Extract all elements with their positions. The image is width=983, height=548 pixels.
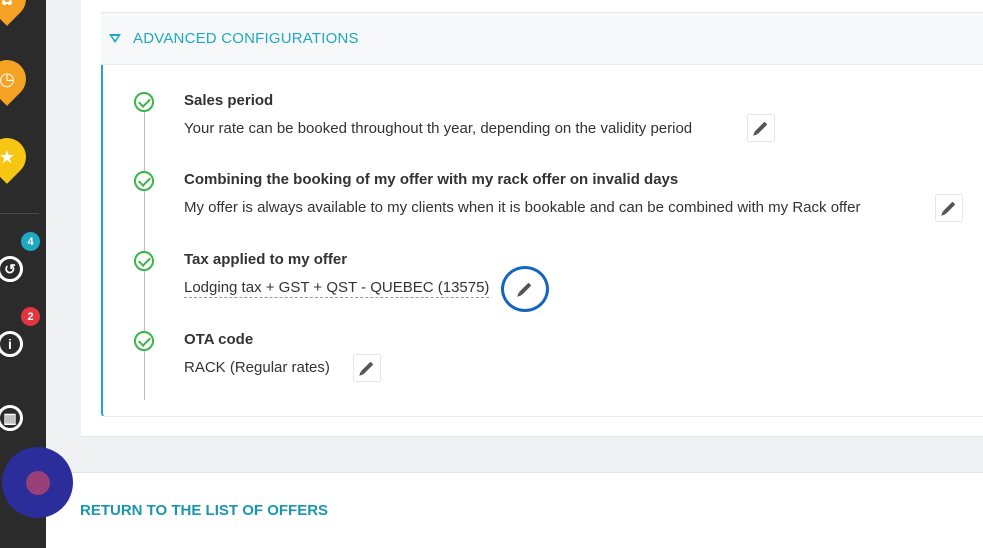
orange-pin-icon[interactable]: ✿ xyxy=(0,0,34,26)
footer-bar: RETURN TO THE LIST OF OFFERS xyxy=(46,472,983,548)
pencil-icon xyxy=(754,121,768,135)
clock-pin-icon[interactable]: ◷ xyxy=(0,52,34,106)
chat-widget-button[interactable] xyxy=(2,447,73,518)
advanced-configurations-title: ADVANCED CONFIGURATIONS xyxy=(133,30,359,47)
step-description: Your rate can be booked throughout th ye… xyxy=(184,120,693,137)
step-description: My offer is always available to my clien… xyxy=(184,199,861,216)
edit-button[interactable] xyxy=(747,114,775,142)
history-icon[interactable]: ↺ xyxy=(0,256,23,282)
pencil-icon xyxy=(518,282,532,296)
edit-button-highlighted[interactable] xyxy=(501,266,549,312)
info-badge: 2 xyxy=(21,307,40,326)
check-circle-icon xyxy=(134,331,154,351)
info-icon[interactable]: i xyxy=(0,331,23,357)
offer-card: ADVANCED CONFIGURATIONS Sales period You… xyxy=(81,0,983,437)
step-description: RACK (Regular rates) xyxy=(184,359,330,376)
tax-link[interactable]: Lodging tax + GST + QST - QUEBEC (13575) xyxy=(184,279,490,298)
step-title: Sales period xyxy=(184,92,274,109)
caret-down-icon xyxy=(109,34,121,43)
chat-dot-icon xyxy=(25,470,50,495)
edit-button[interactable] xyxy=(935,194,963,222)
history-badge: 4 xyxy=(21,232,40,251)
step-title: Combining the booking of my offer with m… xyxy=(184,171,679,188)
sidebar-divider xyxy=(0,213,39,214)
return-to-offers-link[interactable]: RETURN TO THE LIST OF OFFERS xyxy=(80,502,328,519)
check-circle-icon xyxy=(134,92,154,112)
edit-button[interactable] xyxy=(353,354,381,382)
pencil-icon xyxy=(360,361,374,375)
step-title: OTA code xyxy=(184,331,254,348)
luggage-icon[interactable]: ▥ xyxy=(0,405,23,431)
check-circle-icon xyxy=(134,171,154,191)
advanced-configurations-toggle[interactable]: ADVANCED CONFIGURATIONS xyxy=(101,12,983,65)
advanced-configurations-panel: Sales period Your rate can be booked thr… xyxy=(101,65,983,417)
step-title: Tax applied to my offer xyxy=(184,251,348,268)
pencil-icon xyxy=(942,201,956,215)
star-pin-icon[interactable]: ★ xyxy=(0,130,34,184)
check-circle-icon xyxy=(134,251,154,271)
